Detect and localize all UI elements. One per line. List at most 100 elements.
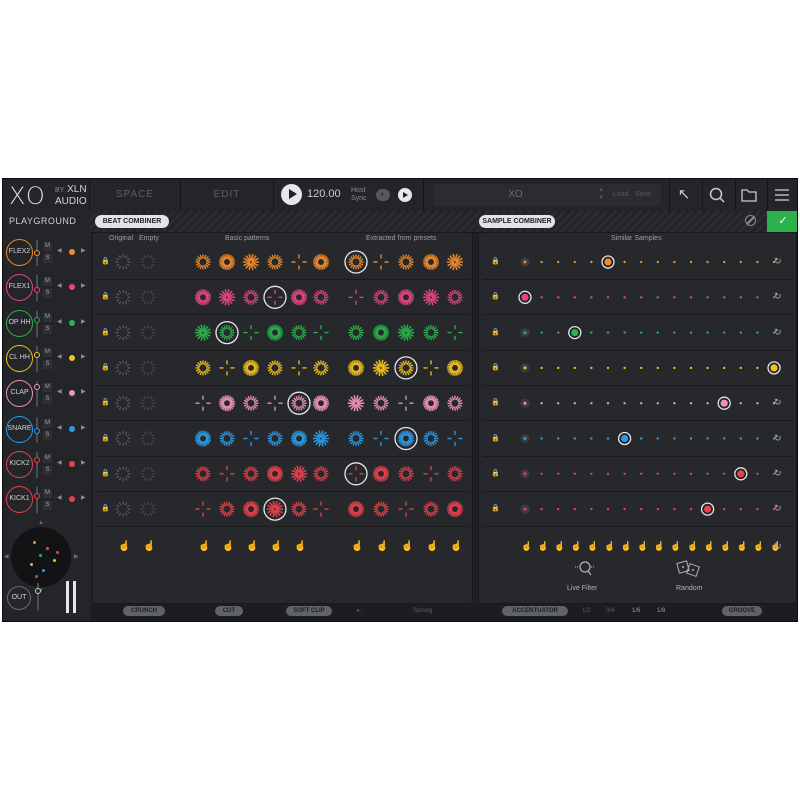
folder-icon[interactable] <box>739 185 759 205</box>
pattern-ring[interactable] <box>195 501 211 517</box>
selected-sample-dot[interactable] <box>521 293 529 301</box>
sample-step-dot[interactable] <box>606 296 610 299</box>
sample-step-dot[interactable] <box>623 507 626 511</box>
cut-button[interactable]: CUT <box>215 606 243 616</box>
live-filter-icon[interactable] <box>573 559 597 579</box>
sample-step-dot[interactable] <box>623 472 626 475</box>
xy-sample-dot[interactable] <box>53 559 56 562</box>
sample-step-dot[interactable] <box>573 507 576 511</box>
pattern-ring[interactable] <box>218 395 236 412</box>
pattern-ring[interactable] <box>267 360 283 376</box>
xy-right-arrow[interactable]: ▶ <box>74 553 79 560</box>
sample-step-dot[interactable] <box>706 366 709 370</box>
sample-step-dot[interactable] <box>772 402 776 405</box>
nav-space-tab[interactable]: SPACE <box>90 179 180 211</box>
mute-button[interactable]: M <box>43 489 52 499</box>
channel-name-button[interactable]: OP HH <box>6 309 33 337</box>
sample-step-dot[interactable] <box>557 296 560 299</box>
pattern-ring[interactable] <box>219 360 235 376</box>
sample-step-dot[interactable] <box>689 402 693 405</box>
pattern-ring[interactable] <box>242 359 260 377</box>
sample-step-dot[interactable] <box>557 472 560 475</box>
sample-step-dot[interactable] <box>623 260 626 264</box>
pattern-ring[interactable] <box>140 324 156 341</box>
next-sample-arrow[interactable]: ▶ <box>81 424 86 431</box>
pattern-ring[interactable] <box>397 289 415 306</box>
sample-step-dot[interactable] <box>557 260 560 264</box>
sample-step-dot[interactable] <box>557 507 560 511</box>
selected-sample-dot[interactable] <box>770 364 778 372</box>
channel-volume-slider[interactable] <box>36 310 38 337</box>
xy-sample-dot[interactable] <box>30 563 33 566</box>
mute-button[interactable]: M <box>43 277 52 287</box>
pattern-ring[interactable] <box>219 466 235 482</box>
xy-sample-dot[interactable] <box>42 569 45 572</box>
pattern-ring[interactable] <box>347 500 365 518</box>
sample-combiner-button[interactable]: SAMPLE COMBINER <box>479 215 555 228</box>
sample-step-dot[interactable] <box>689 472 693 475</box>
selected-sample-dot[interactable] <box>704 505 712 513</box>
xy-pad[interactable] <box>11 527 71 587</box>
sample-step-dot[interactable] <box>706 331 709 334</box>
pattern-ring[interactable] <box>195 466 211 482</box>
next-sample-arrow[interactable]: ▶ <box>81 459 86 466</box>
next-sample-arrow[interactable]: ▶ <box>81 388 86 395</box>
sample-step-dot[interactable] <box>689 437 693 440</box>
solo-button[interactable]: S <box>43 465 52 475</box>
sample-step-dot[interactable] <box>606 507 610 511</box>
sample-step-dot[interactable] <box>606 402 610 405</box>
pattern-ring[interactable] <box>243 395 259 411</box>
sample-origin-core[interactable] <box>523 260 527 264</box>
sample-step-dot[interactable] <box>640 331 643 334</box>
sample-origin-core[interactable] <box>523 507 527 511</box>
next-sample-arrow[interactable]: ▶ <box>81 353 86 360</box>
sample-step-dot[interactable] <box>623 296 626 299</box>
reverb-type-sprung[interactable]: Sprung <box>413 606 432 616</box>
pattern-ring[interactable] <box>242 500 260 518</box>
prev-sample-arrow[interactable]: ◀ <box>57 247 62 254</box>
sample-step-dot[interactable] <box>772 331 776 334</box>
out-button[interactable]: OUT <box>7 586 31 610</box>
prev-sample-arrow[interactable]: ◀ <box>57 459 62 466</box>
pattern-ring[interactable] <box>194 289 212 306</box>
sample-step-dot[interactable] <box>573 366 576 370</box>
sample-step-dot[interactable] <box>739 437 742 440</box>
play-button[interactable] <box>281 184 302 205</box>
arrow-up-left-icon[interactable]: ↖ <box>674 185 694 205</box>
sample-origin-core[interactable] <box>523 401 527 405</box>
pattern-ring[interactable] <box>140 254 156 270</box>
confirm-button[interactable]: ✓ <box>767 211 797 232</box>
pattern-ring[interactable] <box>243 324 259 341</box>
channel-volume-knob[interactable] <box>34 249 40 256</box>
next-sample-arrow[interactable]: ▶ <box>81 318 86 325</box>
xy-sample-dot[interactable] <box>33 541 36 544</box>
sample-step-dot[interactable] <box>739 366 742 370</box>
sample-step-dot[interactable] <box>706 402 709 405</box>
pattern-ring[interactable] <box>291 501 307 517</box>
solo-button[interactable]: S <box>43 254 52 263</box>
prev-sample-arrow[interactable]: ◀ <box>57 353 62 360</box>
sample-step-dot[interactable] <box>723 260 726 264</box>
pattern-ring[interactable] <box>313 360 329 376</box>
prev-sample-arrow[interactable]: ◀ <box>57 282 62 289</box>
pattern-ring[interactable] <box>447 466 463 482</box>
sample-step-dot[interactable] <box>540 437 543 440</box>
pattern-ring[interactable] <box>140 430 156 447</box>
sample-origin-core[interactable] <box>523 472 527 476</box>
pattern-ring[interactable] <box>397 324 415 341</box>
sample-step-dot[interactable] <box>772 507 776 511</box>
sample-step-dot[interactable] <box>606 331 610 334</box>
pattern-ring[interactable] <box>219 501 235 517</box>
sample-step-dot[interactable] <box>756 507 759 511</box>
sample-step-dot[interactable] <box>656 296 659 299</box>
prev-sample-arrow[interactable]: ◀ <box>57 318 62 325</box>
channel-name-button[interactable]: FLEX1 <box>6 274 33 302</box>
similar-samples-grid[interactable] <box>479 233 798 605</box>
sample-step-dot[interactable] <box>756 402 759 405</box>
live-filter-label[interactable]: Live Filter <box>567 585 597 592</box>
sample-step-dot[interactable] <box>656 366 659 370</box>
pattern-ring[interactable] <box>140 466 156 482</box>
channel-name-button[interactable]: SNARE <box>6 415 33 443</box>
pattern-ring[interactable] <box>348 466 364 482</box>
sample-step-dot[interactable] <box>739 402 742 405</box>
